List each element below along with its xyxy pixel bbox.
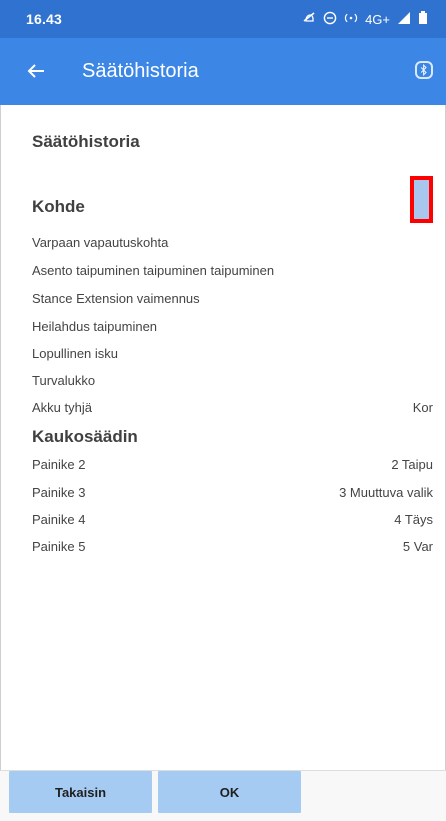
kohde-label: Lopullinen isku bbox=[32, 346, 119, 361]
battery-icon bbox=[418, 10, 428, 28]
kohde-label: Varpaan vapautuskohta bbox=[32, 235, 169, 250]
kohde-label: Turvalukko bbox=[32, 373, 96, 388]
bottom-bar: Takaisin OK bbox=[0, 770, 446, 821]
kohde-label: Asento taipuminen taipuminen taipuminen bbox=[32, 263, 275, 278]
app-bar: Säätöhistoria bbox=[0, 38, 446, 105]
kohde-label: Heilahdus taipuminen bbox=[32, 319, 158, 334]
kaukosaadin-row: Painike 3 3 Muuttuva valik bbox=[32, 485, 433, 500]
kohde-row: Asento taipuminen taipuminen taipuminen bbox=[32, 263, 433, 278]
kaukosaadin-label: Painike 4 bbox=[32, 512, 86, 527]
network-label: 4G+ bbox=[365, 11, 390, 27]
kaukosaadin-row: Painike 2 2 Taipu bbox=[32, 457, 433, 472]
page-title: Säätöhistoria bbox=[32, 132, 140, 151]
app-bar-title: Säätöhistoria bbox=[82, 60, 199, 82]
hotspot-icon bbox=[344, 11, 358, 28]
kohde-row: Akku tyhjä Kor bbox=[32, 400, 433, 415]
ok-button[interactable]: OK bbox=[158, 771, 301, 813]
status-bar: 16.43 4G+ bbox=[0, 0, 446, 38]
kohde-label: Akku tyhjä bbox=[32, 400, 92, 415]
kohde-row: Stance Extension vaimennus bbox=[32, 291, 433, 306]
kohde-row: Varpaan vapautuskohta bbox=[32, 235, 433, 250]
kaukosaadin-label: Painike 3 bbox=[32, 485, 86, 500]
kaukosaadin-row: Painike 5 5 Var bbox=[32, 539, 433, 554]
kohde-row: Turvalukko bbox=[32, 373, 433, 388]
kohde-row: Lopullinen isku bbox=[32, 346, 433, 361]
bluetooth-icon[interactable] bbox=[415, 61, 433, 79]
kaukosaadin-heading: Kaukosäädin bbox=[32, 427, 138, 446]
kohde-row: Heilahdus taipuminen bbox=[32, 319, 433, 334]
arrow-left-icon[interactable] bbox=[24, 59, 48, 83]
status-icons: 4G+ bbox=[302, 10, 428, 28]
content-panel: Säätöhistoria Kohde Varpaan vapautuskoht… bbox=[0, 105, 446, 770]
mute-icon bbox=[302, 11, 316, 28]
kaukosaadin-row: Painike 4 4 Täys bbox=[32, 512, 433, 527]
highlight-scroll-box[interactable] bbox=[410, 176, 433, 223]
dnd-icon bbox=[323, 11, 337, 28]
kaukosaadin-label: Painike 5 bbox=[32, 539, 86, 554]
kohde-value: Kor bbox=[412, 400, 433, 415]
signal-icon bbox=[397, 11, 411, 28]
back-button[interactable]: Takaisin bbox=[9, 771, 152, 813]
kaukosaadin-value: 4 Täys bbox=[394, 512, 433, 527]
kaukosaadin-value: 5 Var bbox=[402, 539, 433, 554]
kohde-label: Stance Extension vaimennus bbox=[32, 291, 200, 306]
kaukosaadin-value: 3 Muuttuva valik bbox=[339, 485, 433, 500]
kaukosaadin-value: 2 Taipu bbox=[391, 457, 433, 472]
kaukosaadin-label: Painike 2 bbox=[32, 457, 86, 472]
kohde-heading: Kohde bbox=[32, 197, 85, 216]
status-time: 16.43 bbox=[26, 11, 63, 27]
